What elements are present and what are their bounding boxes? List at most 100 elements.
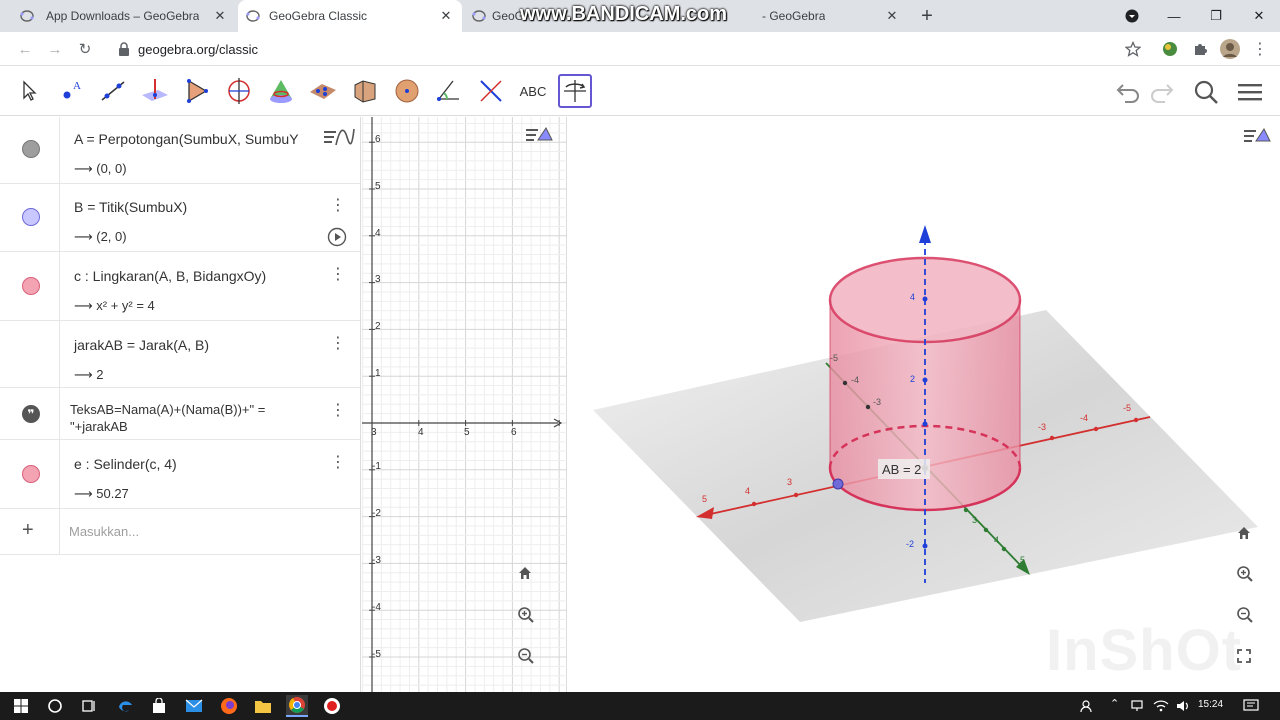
close-icon[interactable]: ✕ <box>212 8 228 24</box>
quote-text-icon[interactable]: ❞ <box>22 405 40 423</box>
close-icon[interactable]: ✕ <box>438 8 454 24</box>
algebra-row-e[interactable]: e : Selinder(c, 4) ⟶ 50.27 ⋮ <box>0 440 360 509</box>
more-options-icon[interactable]: ⋮ <box>330 267 346 285</box>
algebra-row-a[interactable]: A = Perpotongan(SumbuX, SumbuY ⟶ (0, 0) <box>0 117 360 184</box>
algebra-row-jarakab[interactable]: jarakAB = Jarak(A, B) ⟶ 2 ⋮ <box>0 321 360 388</box>
search-circle-icon[interactable] <box>44 695 66 717</box>
volume-icon[interactable] <box>1172 695 1194 717</box>
windows-start-icon[interactable] <box>10 695 32 717</box>
more-options-icon[interactable]: ⋮ <box>330 198 346 216</box>
algebra-input-row[interactable]: + Masukkan... <box>0 509 360 555</box>
store-icon[interactable] <box>148 695 170 717</box>
avatar[interactable] <box>1220 39 1240 59</box>
z-tick-label: 2 <box>910 374 916 384</box>
people-icon[interactable] <box>1076 695 1098 717</box>
home-view-button[interactable] <box>517 565 541 589</box>
new-tab-button[interactable]: + <box>916 5 938 27</box>
style-bar-button[interactable] <box>318 121 358 155</box>
point-tool[interactable]: A <box>54 74 88 108</box>
graphics-view-2d[interactable]: 6 5 4 3 2 1 -1 -2 -3 -4 -5 3 4 5 6 <box>362 117 567 692</box>
chrome-icon[interactable] <box>286 695 308 717</box>
search-button[interactable] <box>1192 78 1220 106</box>
prism-tool[interactable] <box>348 74 382 108</box>
plane-tool[interactable] <box>306 74 340 108</box>
circle-axis-tool[interactable] <box>222 74 256 108</box>
polygon-tool[interactable] <box>180 74 214 108</box>
wifi-icon[interactable] <box>1150 695 1172 717</box>
algebra-row-b[interactable]: B = Titik(SumbuX) ⟶ (2, 0) ⋮ <box>0 184 360 252</box>
zoom-in-icon <box>1237 566 1253 582</box>
url-field[interactable]: geogebra.org/classic <box>108 36 1148 62</box>
network-icon[interactable] <box>1128 695 1150 717</box>
redo-button[interactable] <box>1148 78 1176 106</box>
perpendicular-tool[interactable] <box>138 74 172 108</box>
close-icon[interactable]: ✕ <box>884 8 900 24</box>
intersect-surfaces-tool[interactable] <box>264 74 298 108</box>
perpendicular-icon <box>142 79 168 101</box>
style-bar-3d-button[interactable] <box>1242 125 1274 149</box>
task-view-icon[interactable] <box>78 695 100 717</box>
puzzle-icon[interactable] <box>1190 39 1210 59</box>
visibility-toggle-icon[interactable] <box>22 140 40 158</box>
value-text: ⟶ 2 <box>74 367 104 382</box>
reflect-tool[interactable] <box>474 74 508 108</box>
notification-icon[interactable] <box>1240 695 1262 717</box>
zoom-out-3d-button[interactable] <box>1236 606 1260 630</box>
circle-axis-icon <box>228 78 250 104</box>
file-explorer-icon[interactable] <box>252 695 274 717</box>
undo-button[interactable] <box>1114 78 1142 106</box>
zoom-in-button[interactable] <box>517 606 541 630</box>
close-window-button[interactable]: ✕ <box>1247 4 1271 28</box>
style-bar-2d-button[interactable] <box>524 124 556 148</box>
mail-icon[interactable] <box>183 695 205 717</box>
play-animation-button[interactable] <box>327 227 347 247</box>
show-hidden-icons[interactable]: ⌃ <box>1110 697 1119 710</box>
restore-button[interactable]: ❐ <box>1204 4 1228 28</box>
minimize-button[interactable]: — <box>1162 4 1186 28</box>
more-options-icon[interactable]: ⋮ <box>330 455 346 473</box>
extension-icon[interactable] <box>1160 39 1180 59</box>
point-b[interactable] <box>832 478 844 490</box>
browser-menu-icon[interactable]: ⋮ <box>1250 39 1270 59</box>
bookmark-star-icon[interactable] <box>1123 39 1143 59</box>
zoom-in-3d-button[interactable] <box>1236 565 1260 589</box>
edge-browser-icon[interactable] <box>114 695 136 717</box>
undo-icon <box>1116 84 1139 103</box>
style-bar-icon <box>526 127 553 141</box>
rotate-view-tool[interactable] <box>558 74 592 108</box>
sphere-tool[interactable] <box>390 74 424 108</box>
algebra-input[interactable]: Masukkan... <box>69 524 139 539</box>
more-options-icon[interactable]: ⋮ <box>330 336 346 354</box>
redo-icon <box>1151 84 1174 103</box>
y-tick-label: 3 <box>375 274 381 285</box>
firefox-icon[interactable] <box>218 695 240 717</box>
add-object-icon[interactable]: + <box>22 519 34 542</box>
taskbar-clock[interactable]: 15:24 <box>1198 699 1223 710</box>
svg-text:A: A <box>73 80 81 92</box>
algebra-row-c[interactable]: c : Lingkaran(A, B, BidangxOy) ⟶ x² + y²… <box>0 252 360 321</box>
line-tool[interactable] <box>96 74 130 108</box>
zoom-out-button[interactable] <box>517 647 541 671</box>
tab-geogebra-classic[interactable]: GeoGebra Classic ✕ <box>238 0 462 32</box>
value-text: ⟶ (0, 0) <box>74 161 127 176</box>
back-button[interactable]: ← <box>14 38 36 60</box>
visibility-toggle-icon[interactable] <box>22 208 40 226</box>
forward-button[interactable]: → <box>44 38 66 60</box>
value-text: ⟶ x² + y² = 4 <box>74 298 155 313</box>
label-ab[interactable]: AB = 2 <box>882 462 921 477</box>
main-menu-button[interactable] <box>1236 78 1264 106</box>
visibility-toggle-icon[interactable] <box>22 465 40 483</box>
home-view-3d-button[interactable] <box>1236 525 1260 549</box>
move-tool[interactable] <box>12 74 46 108</box>
angle-tool[interactable] <box>432 74 466 108</box>
graphics-view-3d[interactable]: AB = 2 5 4 3 -3 -4 -5 -5 -4 -3 3 4 5 4 2… <box>568 117 1280 692</box>
fullscreen-button[interactable] <box>1236 648 1260 672</box>
more-options-icon[interactable]: ⋮ <box>330 403 346 421</box>
profile-dropdown-icon[interactable] <box>1120 4 1144 28</box>
algebra-row-teksab[interactable]: ❞ TeksAB=Nama(A)+(Nama(B))+" = "+jarakAB… <box>0 388 360 440</box>
reload-button[interactable]: ↻ <box>74 38 96 60</box>
bandicam-record-icon[interactable] <box>321 695 343 717</box>
visibility-toggle-icon[interactable] <box>22 277 40 295</box>
text-tool[interactable]: ABC <box>516 74 550 108</box>
tab-app-downloads[interactable]: App Downloads – GeoGebra ✕ <box>12 0 236 32</box>
